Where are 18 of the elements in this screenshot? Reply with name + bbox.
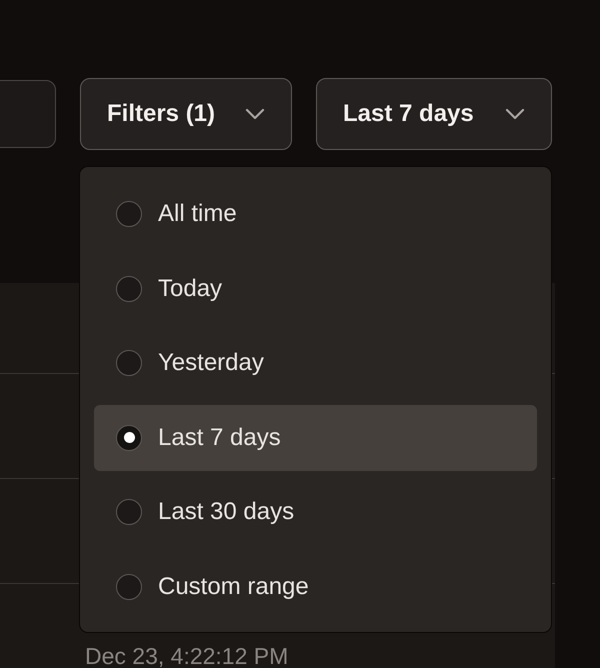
radio-button[interactable] xyxy=(116,350,142,376)
menu-option[interactable]: Custom range xyxy=(94,554,537,620)
menu-option[interactable]: Today xyxy=(94,256,537,322)
filters-button[interactable]: Filters (1) xyxy=(80,78,292,150)
menu-option[interactable]: Last 7 days xyxy=(94,404,537,470)
date-cell: Dec 23, 4:22:12 PM xyxy=(85,642,288,668)
menu-option[interactable]: Last 30 days xyxy=(94,479,537,545)
radio-button[interactable] xyxy=(116,201,142,227)
date-range-button[interactable]: Last 7 days xyxy=(316,78,552,150)
chevron-down-icon xyxy=(245,108,265,120)
radio-button[interactable] xyxy=(116,276,142,302)
chevron-down-icon xyxy=(505,108,525,120)
menu-option[interactable]: All time xyxy=(94,181,537,247)
radio-button[interactable] xyxy=(116,499,142,525)
radio-button[interactable] xyxy=(116,574,142,600)
search-field[interactable] xyxy=(0,80,56,148)
radio-button[interactable] xyxy=(116,424,142,450)
menu-option[interactable]: Yesterday xyxy=(94,330,537,396)
